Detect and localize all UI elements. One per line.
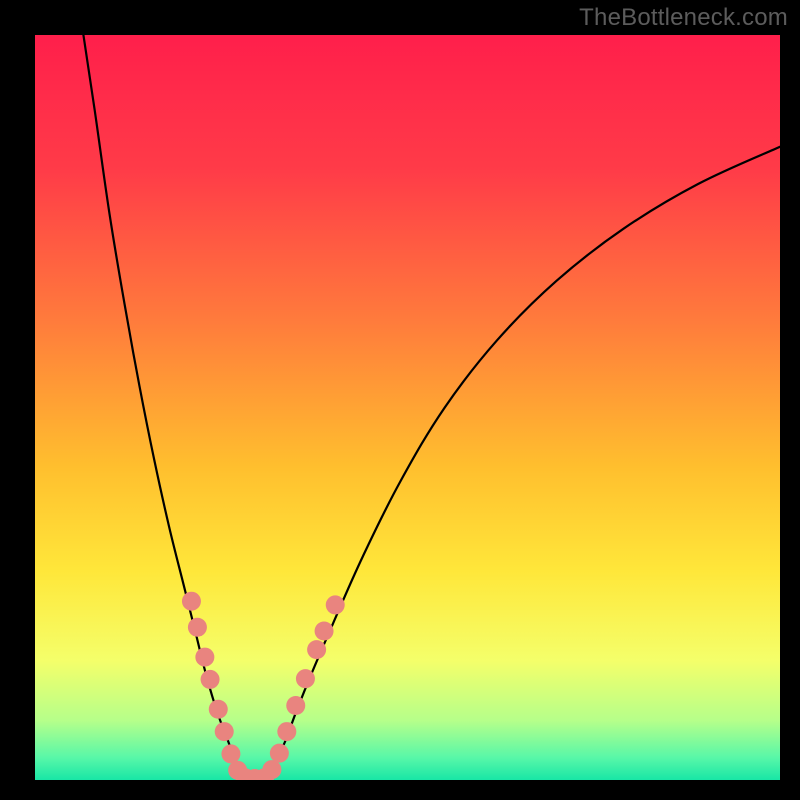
highlight-dot: [307, 640, 326, 659]
curve-right-branch: [266, 147, 780, 780]
highlight-dot: [277, 722, 296, 741]
highlight-dot: [215, 722, 234, 741]
highlight-dot: [221, 744, 240, 763]
curve-left-branch: [83, 35, 243, 780]
highlight-dot: [296, 669, 315, 688]
highlight-dot: [201, 670, 220, 689]
highlight-dot: [182, 592, 201, 611]
plot-area: [35, 35, 780, 780]
watermark-text: TheBottleneck.com: [579, 4, 788, 32]
highlight-dot: [286, 696, 305, 715]
highlight-dot: [270, 744, 289, 763]
curves-layer: [35, 35, 780, 780]
highlight-dot: [262, 760, 281, 779]
highlight-dot: [188, 618, 207, 637]
highlight-dot: [195, 648, 214, 667]
highlight-dot: [209, 700, 228, 719]
highlight-dot: [326, 595, 345, 614]
highlight-dot: [315, 622, 334, 641]
highlight-dots: [182, 592, 345, 780]
chart-frame: TheBottleneck.com: [0, 0, 800, 800]
